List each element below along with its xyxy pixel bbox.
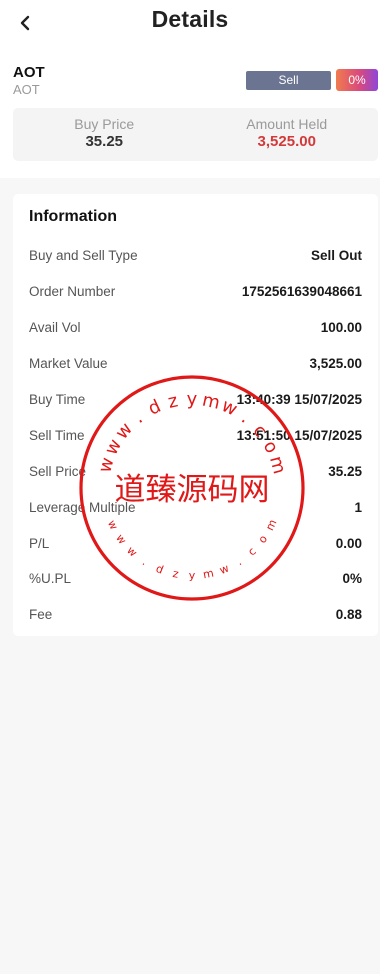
buy-price-value: 35.25: [85, 133, 124, 150]
side-badge: Sell: [246, 71, 331, 90]
info-row-value: 35.25: [328, 463, 362, 479]
info-row-label: Fee: [29, 607, 53, 623]
info-row-label: Sell Time: [29, 427, 85, 443]
info-row-sell-price: Sell Price 35.25: [29, 453, 362, 489]
info-row-fee: Fee 0.88: [29, 597, 362, 633]
info-row-value: 100.00: [320, 320, 362, 336]
info-row-label: Order Number: [29, 284, 116, 300]
info-row-value: 0.88: [335, 607, 362, 623]
info-row-avail-vol: Avail Vol 100.00: [29, 310, 362, 346]
info-row-market-value: Market Value 3,525.00: [29, 346, 362, 382]
info-row-pl: P/L 0.00: [29, 525, 362, 561]
asset-symbol: AOT: [13, 64, 45, 81]
info-row-value: Sell Out: [310, 248, 362, 264]
information-list: Buy and Sell Type Sell Out Order Number …: [29, 238, 362, 633]
info-row-value: 0%: [342, 571, 362, 587]
info-row-value: 1752561639048661: [241, 284, 362, 300]
info-row-label: Sell Price: [29, 463, 87, 479]
information-title: Information: [29, 208, 117, 225]
amount-held-value: 3,525.00: [257, 133, 316, 150]
info-row-label: Buy Time: [29, 392, 86, 407]
information-card: Information Buy and Sell Type Sell Out O…: [13, 194, 378, 636]
info-row-label: %U.PL: [29, 571, 72, 587]
info-row-label: P/L: [29, 535, 50, 551]
info-row-label: Buy and Sell Type: [29, 248, 138, 264]
info-row-buy-time: Buy Time 13:40:39 15/07/2025: [29, 382, 362, 418]
info-row-upl-percent: %U.PL 0%: [29, 561, 362, 597]
info-row-value: 1: [354, 499, 362, 515]
info-row-label: Avail Vol: [29, 320, 81, 336]
info-row-value: 13:40:39 15/07/2025: [236, 392, 362, 407]
info-row-label: Leverage Multiple: [29, 499, 136, 515]
info-row-value: 13:51:50 15/07/2025: [236, 427, 362, 443]
buy-price-label: Buy Price: [74, 116, 135, 132]
buy-price-summary: Buy Price 35.25: [13, 108, 196, 161]
summary-panel: Buy Price 35.25 Amount Held 3,525.00: [13, 108, 378, 161]
page-title: Details: [151, 6, 229, 32]
info-row-order-number: Order Number 1752561639048661: [29, 274, 362, 310]
info-row-value: 0.00: [335, 535, 362, 551]
info-row-type: Buy and Sell Type Sell Out: [29, 238, 362, 274]
header-section: Details AOT AOT Sell 0% Buy Price 35.25 …: [0, 0, 380, 178]
info-row-leverage: Leverage Multiple 1: [29, 489, 362, 525]
info-row-sell-time: Sell Time 13:51:50 15/07/2025: [29, 417, 362, 453]
info-row-label: Market Value: [29, 356, 108, 372]
percent-badge: 0%: [336, 69, 378, 91]
amount-held-summary: Amount Held 3,525.00: [196, 108, 379, 161]
info-row-value: 3,525.00: [309, 356, 362, 372]
asset-subtitle: AOT: [13, 82, 40, 97]
amount-held-label: Amount Held: [246, 116, 328, 132]
